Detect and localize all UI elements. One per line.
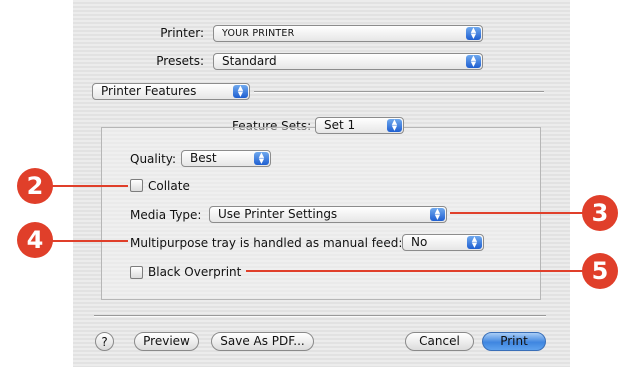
footer-divider — [94, 315, 546, 317]
help-button[interactable]: ? — [95, 332, 114, 351]
callout-3-line — [450, 212, 586, 214]
print-button[interactable]: Print — [482, 332, 546, 351]
presets-popup[interactable]: Standard ▲ ▼ — [213, 53, 483, 70]
media-type-value: Use Printer Settings — [218, 207, 338, 221]
presets-label: Presets: — [156, 54, 204, 68]
callout-2-line — [50, 185, 128, 187]
cancel-button[interactable]: Cancel — [405, 332, 474, 351]
section-divider — [254, 91, 544, 93]
printer-value: YOUR PRINTER — [222, 28, 295, 39]
up-down-arrows-icon: ▲ ▼ — [466, 27, 481, 40]
feature-sets-value: Set 1 — [324, 118, 356, 132]
up-down-arrows-icon: ▲ ▼ — [430, 208, 445, 221]
up-down-arrows-icon: ▲ ▼ — [467, 236, 482, 249]
section-popup[interactable]: Printer Features ▲ ▼ — [92, 83, 250, 100]
callout-4: 4 — [17, 222, 53, 258]
callout-5-line — [246, 270, 586, 272]
black-overprint-label: Black Overprint — [148, 265, 242, 279]
media-type-popup[interactable]: Use Printer Settings ▲ ▼ — [209, 206, 447, 223]
callout-5: 5 — [582, 253, 618, 289]
quality-label: Quality: — [130, 152, 177, 166]
up-down-arrows-icon: ▲ ▼ — [254, 152, 269, 165]
printer-popup[interactable]: YOUR PRINTER ▲ ▼ — [213, 25, 483, 42]
multipurpose-value: No — [411, 235, 428, 249]
quality-value: Best — [190, 151, 217, 165]
up-down-arrows-icon: ▲ ▼ — [466, 55, 481, 68]
callout-2: 2 — [17, 168, 53, 204]
multipurpose-popup[interactable]: No ▲ ▼ — [402, 234, 484, 251]
media-type-label: Media Type: — [130, 208, 202, 222]
multipurpose-label: Multipurpose tray is handled as manual f… — [130, 236, 403, 250]
preview-button[interactable]: Preview — [134, 332, 199, 351]
black-overprint-checkbox[interactable] — [130, 266, 143, 279]
callout-4-line — [50, 240, 128, 242]
save-as-pdf-button[interactable]: Save As PDF... — [211, 332, 314, 351]
section-value: Printer Features — [101, 84, 197, 98]
quality-popup[interactable]: Best ▲ ▼ — [181, 150, 271, 167]
collate-label: Collate — [148, 179, 190, 193]
feature-sets-popup[interactable]: Set 1 ▲ ▼ — [315, 117, 404, 134]
callout-3: 3 — [582, 195, 618, 231]
printer-label: Printer: — [160, 26, 204, 40]
up-down-arrows-icon: ▲ ▼ — [233, 85, 248, 98]
presets-value: Standard — [222, 54, 277, 68]
up-down-arrows-icon: ▲ ▼ — [387, 119, 402, 132]
collate-checkbox[interactable] — [130, 179, 143, 192]
